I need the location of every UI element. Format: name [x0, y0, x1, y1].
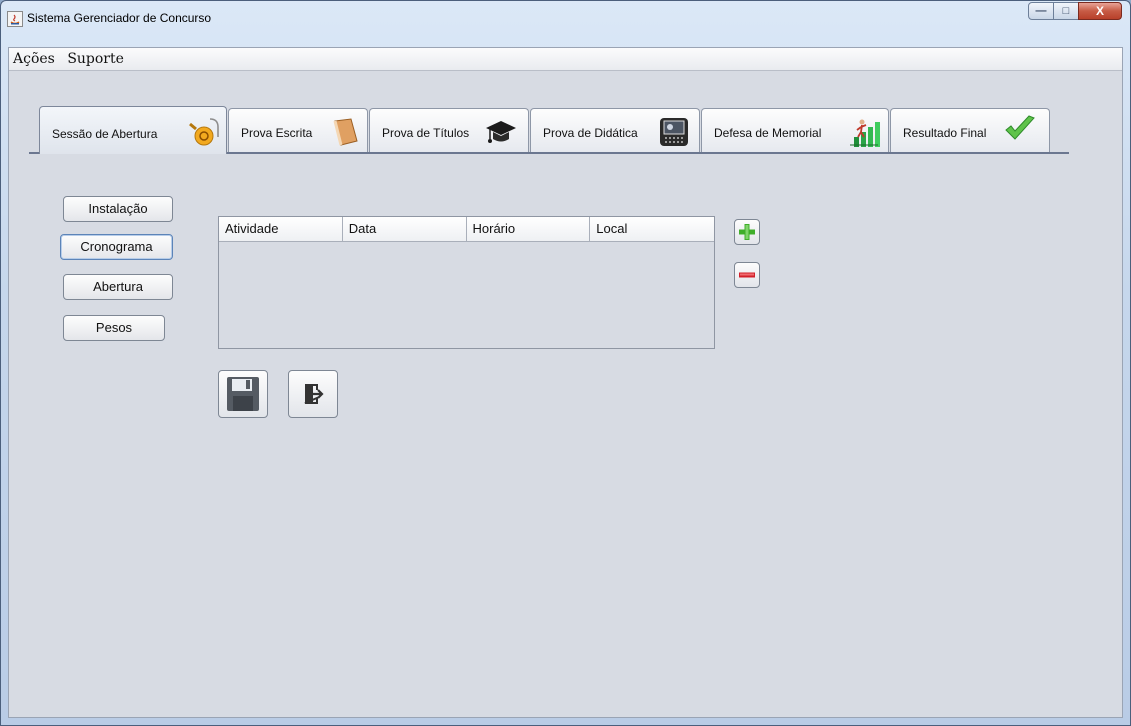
projector-icon [660, 118, 688, 146]
tab-prova-de-didatica[interactable]: Prova de Didática [530, 108, 700, 152]
tab-strip: Sessão de Abertura Prova Escrita Prova d… [29, 106, 1069, 154]
schedule-table[interactable]: Atividade Data Horário Local [218, 216, 715, 349]
maximize-button[interactable]: □ [1053, 2, 1079, 20]
tab-label: Sessão de Abertura [52, 127, 158, 141]
exit-button[interactable] [288, 370, 338, 418]
tab-sessao-de-abertura[interactable]: Sessão de Abertura [39, 106, 227, 154]
tab-prova-de-titulos[interactable]: Prova de Títulos [369, 108, 529, 152]
plus-icon [739, 224, 755, 240]
menu-suporte[interactable]: Suporte [63, 48, 128, 67]
menu-bar: Ações Suporte [9, 48, 1122, 71]
column-header-data[interactable]: Data [343, 217, 467, 241]
window-title: Sistema Gerenciador de Concurso [27, 11, 212, 25]
window-controls: — □ X [1028, 2, 1122, 22]
title-bar[interactable]: Sistema Gerenciador de Concurso — □ X [1, 1, 1130, 39]
tab-resultado-final[interactable]: Resultado Final [890, 108, 1050, 152]
minimize-button[interactable]: — [1028, 2, 1054, 20]
floppy-disk-icon [227, 377, 259, 411]
minimize-icon: — [1035, 5, 1047, 17]
cronograma-button[interactable]: Cronograma [60, 234, 173, 260]
table-header: Atividade Data Horário Local [219, 217, 714, 242]
column-header-local[interactable]: Local [590, 217, 714, 241]
tab-label: Resultado Final [903, 126, 987, 140]
maximize-icon: □ [1062, 5, 1070, 17]
column-header-atividade[interactable]: Atividade [219, 217, 343, 241]
close-button[interactable]: X [1078, 2, 1122, 20]
exit-door-icon [304, 384, 324, 404]
instalacao-button[interactable]: Instalação [63, 196, 173, 222]
minus-icon [739, 272, 755, 278]
tab-prova-escrita[interactable]: Prova Escrita [228, 108, 368, 152]
lock-key-icon [189, 118, 219, 146]
close-icon: X [1095, 4, 1104, 18]
graduation-cap-icon [486, 121, 516, 143]
application-window: Sistema Gerenciador de Concurso — □ X Aç… [0, 0, 1131, 726]
main-panel: Ações Suporte Sessão de Abertura Prova E… [8, 47, 1123, 718]
growth-chart-icon [850, 119, 880, 147]
abertura-button[interactable]: Abertura [63, 274, 173, 300]
column-header-horario[interactable]: Horário [467, 217, 591, 241]
tab-label: Prova de Títulos [382, 126, 470, 140]
tab-defesa-de-memorial[interactable]: Defesa de Memorial [701, 108, 889, 152]
menu-acoes[interactable]: Ações [9, 48, 59, 67]
tab-label: Defesa de Memorial [714, 126, 822, 140]
checkmark-icon [1005, 115, 1035, 140]
tab-label: Prova Escrita [241, 126, 313, 140]
pesos-button[interactable]: Pesos [63, 315, 165, 341]
add-row-button[interactable] [734, 219, 760, 245]
remove-row-button[interactable] [734, 262, 760, 288]
save-button[interactable] [218, 370, 268, 418]
tab-label: Prova de Didática [543, 126, 638, 140]
book-icon [333, 118, 358, 146]
java-app-icon [7, 11, 23, 27]
